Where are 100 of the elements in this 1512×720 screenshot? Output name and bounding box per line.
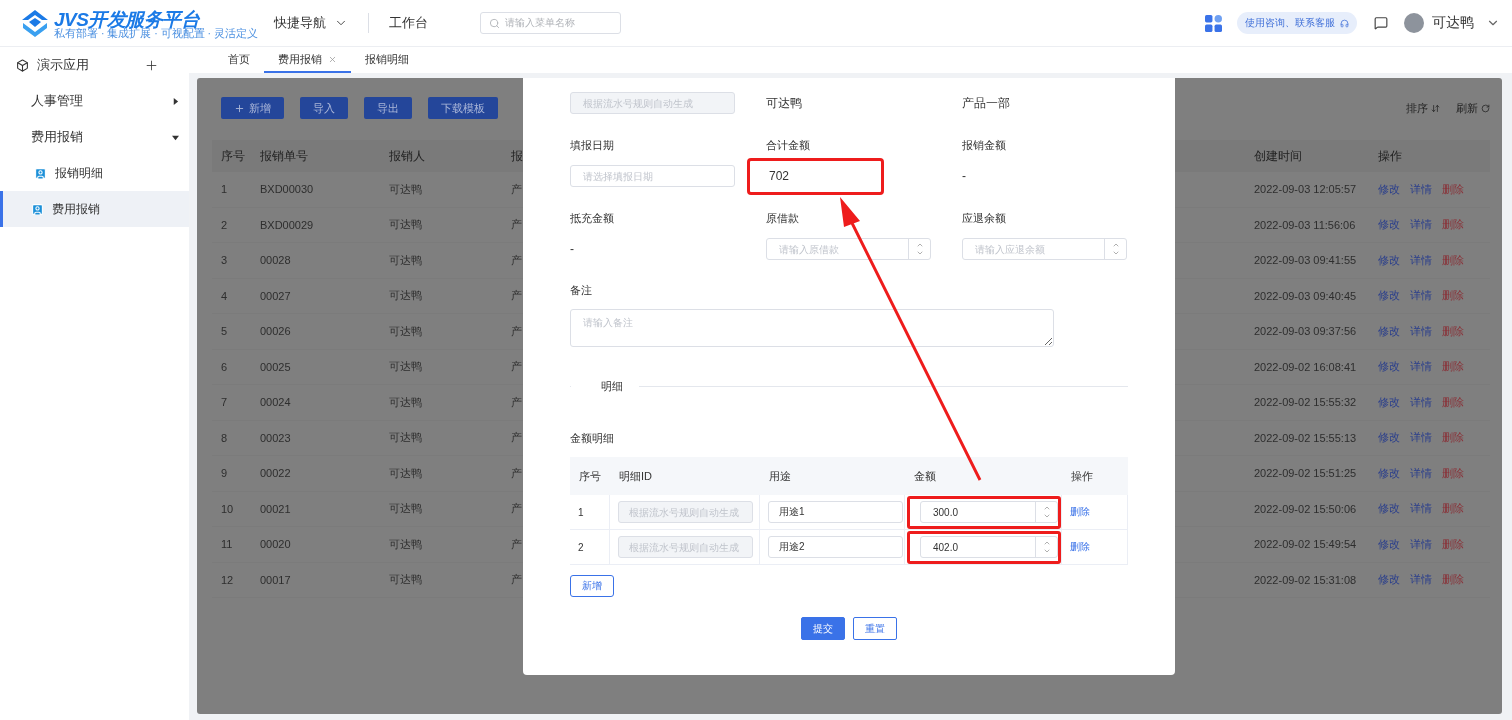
action-link[interactable]: 删除: [1442, 181, 1464, 197]
tab[interactable]: 报销明细: [351, 47, 423, 73]
purpose-field[interactable]: 用途2: [768, 536, 903, 558]
apps-icon[interactable]: [1205, 14, 1222, 32]
menu-item[interactable]: 费用报销: [0, 119, 189, 155]
nav-link[interactable]: 工作台: [389, 14, 428, 32]
action-link[interactable]: 修改: [1378, 536, 1400, 552]
add-icon[interactable]: [144, 57, 159, 73]
action-link[interactable]: 详情: [1410, 359, 1432, 375]
action-link[interactable]: 修改: [1378, 181, 1400, 197]
delete-link[interactable]: 删除: [1070, 505, 1090, 519]
logo-tagline: 私有部署 · 集成扩展 · 可视配置 · 灵活定义: [54, 29, 258, 37]
table-cell: 00020: [251, 527, 380, 563]
action-link[interactable]: 修改: [1378, 572, 1400, 588]
action-link[interactable]: 修改: [1378, 323, 1400, 339]
toolbar-button[interactable]: 导入: [300, 97, 348, 119]
table-cell: 6: [212, 349, 251, 385]
table-cell: 00028: [251, 243, 380, 279]
close-icon[interactable]: [328, 54, 337, 64]
menu-item[interactable]: 人事管理: [0, 83, 189, 119]
tool-link[interactable]: 排序: [1406, 100, 1440, 116]
user-icon: [34, 166, 47, 180]
field-label: 合计金额: [766, 138, 811, 153]
tab[interactable]: 费用报销: [264, 47, 351, 73]
tab[interactable]: 首页: [214, 47, 264, 73]
action-link[interactable]: 删除: [1442, 572, 1464, 588]
field-label: 备注: [570, 283, 593, 298]
action-link[interactable]: 详情: [1410, 252, 1432, 268]
table-cell: 2: [570, 530, 610, 565]
action-link[interactable]: 修改: [1378, 252, 1400, 268]
purpose-field[interactable]: 用途1: [768, 501, 903, 523]
action-link[interactable]: 删除: [1442, 217, 1464, 233]
support-link[interactable]: 使用咨询、联系客服: [1237, 12, 1357, 34]
action-link[interactable]: 详情: [1410, 465, 1432, 481]
action-link[interactable]: 详情: [1410, 394, 1432, 410]
action-link[interactable]: 详情: [1410, 323, 1432, 339]
action-link[interactable]: 删除: [1442, 323, 1464, 339]
user-name[interactable]: 可达鸭: [1432, 14, 1474, 32]
action-link[interactable]: 详情: [1410, 217, 1432, 233]
table-cell: 2022-09-03 11:56:06: [1245, 207, 1369, 243]
submenu-item[interactable]: 费用报销: [0, 191, 189, 227]
action-link[interactable]: 删除: [1442, 536, 1464, 552]
table-cell: 可达鸭: [380, 207, 504, 243]
table-cell: 2022-09-02 15:55:13: [1245, 420, 1369, 456]
table-cell: 2022-09-03 09:41:55: [1245, 243, 1369, 279]
action-link[interactable]: 修改: [1378, 501, 1400, 517]
action-link[interactable]: 详情: [1410, 501, 1432, 517]
avatar[interactable]: [1404, 13, 1424, 33]
column-header: 用途: [760, 457, 905, 495]
table-cell: 可达鸭: [380, 278, 504, 314]
action-link[interactable]: 删除: [1442, 465, 1464, 481]
submit-button[interactable]: 提交: [801, 617, 845, 640]
action-link[interactable]: 详情: [1410, 572, 1432, 588]
table-cell: 00026: [251, 314, 380, 350]
action-link[interactable]: 详情: [1410, 430, 1432, 446]
table-cell: 8: [212, 420, 251, 456]
refresh-icon: [1481, 103, 1490, 113]
action-link[interactable]: 修改: [1378, 430, 1400, 446]
action-link[interactable]: 修改: [1378, 359, 1400, 375]
table-cell: 1: [212, 172, 251, 208]
table-cell: 2022-09-03 12:05:57: [1245, 172, 1369, 208]
add-row-button[interactable]: 新增: [570, 575, 614, 597]
action-link[interactable]: 详情: [1410, 181, 1432, 197]
tool-link[interactable]: 刷新: [1456, 100, 1490, 116]
column-header: 操作: [1369, 140, 1490, 172]
action-link[interactable]: 修改: [1378, 217, 1400, 233]
action-link[interactable]: 详情: [1410, 536, 1432, 552]
table-cell: 可达鸭: [380, 314, 504, 350]
app-title[interactable]: 演示应用: [0, 47, 189, 83]
table-cell: 可达鸭: [380, 420, 504, 456]
table-cell: 可达鸭: [380, 385, 504, 421]
reset-button[interactable]: 重置: [853, 617, 897, 640]
search-field[interactable]: 请输入菜单名称: [480, 12, 621, 34]
field-value: 产品一部: [962, 94, 1010, 112]
table-cell: 可达鸭: [380, 349, 504, 385]
column-header: 明细ID: [610, 457, 760, 495]
action-link[interactable]: 修改: [1378, 394, 1400, 410]
column-header: 报销人: [380, 140, 504, 172]
action-link[interactable]: 删除: [1442, 394, 1464, 410]
action-link[interactable]: 删除: [1442, 288, 1464, 304]
action-link[interactable]: 删除: [1442, 501, 1464, 517]
action-link[interactable]: 删除: [1442, 252, 1464, 268]
table-cell: 可达鸭: [380, 243, 504, 279]
number-field[interactable]: 402.0: [920, 536, 1058, 558]
logo-icon: [20, 8, 50, 38]
action-link[interactable]: 删除: [1442, 430, 1464, 446]
table-cell: 10: [212, 491, 251, 527]
toolbar-button[interactable]: 下载模板: [428, 97, 498, 119]
chat-icon[interactable]: [1374, 16, 1388, 30]
toolbar-button[interactable]: 导出: [364, 97, 412, 119]
table-title: 金额明细: [570, 431, 615, 446]
action-link[interactable]: 修改: [1378, 465, 1400, 481]
action-link[interactable]: 详情: [1410, 288, 1432, 304]
action-link[interactable]: 修改: [1378, 288, 1400, 304]
action-link[interactable]: 删除: [1442, 359, 1464, 375]
table-cell: 2022-09-03 09:37:56: [1245, 314, 1369, 350]
number-field[interactable]: 300.0: [920, 501, 1058, 523]
nav-dropdown[interactable]: 快捷导航: [274, 14, 348, 32]
toolbar-button[interactable]: 新增: [221, 97, 284, 119]
delete-link[interactable]: 删除: [1070, 540, 1090, 554]
